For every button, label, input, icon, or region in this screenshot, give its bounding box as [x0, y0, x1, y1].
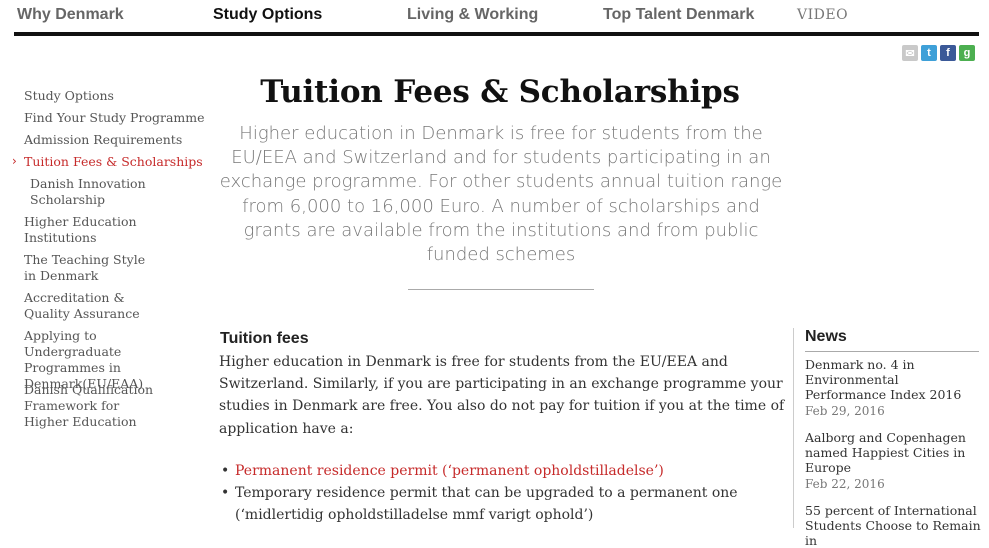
news-divider — [805, 351, 979, 352]
bullet-icon: • — [221, 463, 230, 479]
permanent-residence-link[interactable]: Permanent residence permit (‘permanent o… — [235, 463, 664, 479]
email-icon[interactable]: ✉ — [902, 45, 918, 61]
news-item[interactable]: 55 percent of International Students Cho… — [805, 503, 981, 548]
bullet-icon: • — [221, 485, 230, 501]
chevron-right-icon: › — [12, 154, 17, 168]
list-item[interactable]: • Permanent residence permit (‘permanent … — [219, 460, 779, 482]
twitter-icon[interactable]: t — [921, 45, 937, 61]
news-item-date: Feb 22, 2016 — [805, 477, 885, 491]
social-share-bar: ✉ t f g — [902, 45, 975, 61]
intro-text: Higher education in Denmark is free for … — [219, 123, 783, 266]
news-item-date: Feb 29, 2016 — [805, 404, 885, 418]
news-item-title[interactable]: Denmark no. 4 in Environmental Performan… — [805, 357, 981, 402]
sidebar-subitem-danish-innovation-scholarship[interactable]: Danish Innovation Scholarship — [30, 176, 160, 208]
list-item: • Temporary residence permit that can be … — [219, 482, 779, 526]
sidebar-item-danish-qualification-framework[interactable]: Danish Qualification Framework for Highe… — [24, 382, 164, 430]
section-heading-tuition-fees: Tuition fees — [220, 330, 309, 347]
top-navigation: Why Denmark Study Options Living & Worki… — [14, 0, 979, 36]
news-item[interactable]: Aalborg and Copenhagen named Happiest Ci… — [805, 430, 981, 491]
news-item-title[interactable]: Aalborg and Copenhagen named Happiest Ci… — [805, 430, 981, 475]
nav-top-talent-denmark[interactable]: Top Talent Denmark — [603, 6, 754, 24]
sidebar-item-find-study-programme[interactable]: Find Your Study Programme — [24, 110, 205, 126]
news-item-title[interactable]: 55 percent of International Students Cho… — [805, 503, 981, 548]
column-divider — [793, 328, 794, 528]
news-item[interactable]: Denmark no. 4 in Environmental Performan… — [805, 357, 981, 418]
nav-video[interactable]: VIDEO — [797, 7, 848, 23]
nav-study-options[interactable]: Study Options — [213, 6, 322, 24]
sidebar-item-teaching-style[interactable]: The Teaching Style in Denmark — [24, 252, 159, 284]
news-heading: News — [805, 328, 847, 345]
nav-living-working[interactable]: Living & Working — [407, 6, 538, 24]
nav-why-denmark[interactable]: Why Denmark — [17, 6, 124, 24]
temporary-residence-text: Temporary residence permit that can be u… — [235, 485, 738, 523]
sidebar-item-accreditation[interactable]: Accreditation & Quality Assurance — [24, 290, 169, 322]
page-title: Tuition Fees & Scholarships — [260, 74, 740, 110]
residence-permit-list: • Permanent residence permit (‘permanent … — [219, 460, 779, 526]
intro-divider — [408, 289, 594, 290]
sidebar-item-higher-education-institutions[interactable]: Higher Education Institutions — [24, 214, 144, 246]
google-plus-icon[interactable]: g — [959, 45, 975, 61]
sidebar-item-admission-requirements[interactable]: Admission Requirements — [24, 132, 182, 148]
sidebar-item-study-options[interactable]: Study Options — [24, 88, 114, 104]
facebook-icon[interactable]: f — [940, 45, 956, 61]
sidebar-item-tuition-fees[interactable]: Tuition Fees & Scholarships — [24, 154, 203, 170]
body-paragraph: Higher education in Denmark is free for … — [219, 354, 785, 437]
